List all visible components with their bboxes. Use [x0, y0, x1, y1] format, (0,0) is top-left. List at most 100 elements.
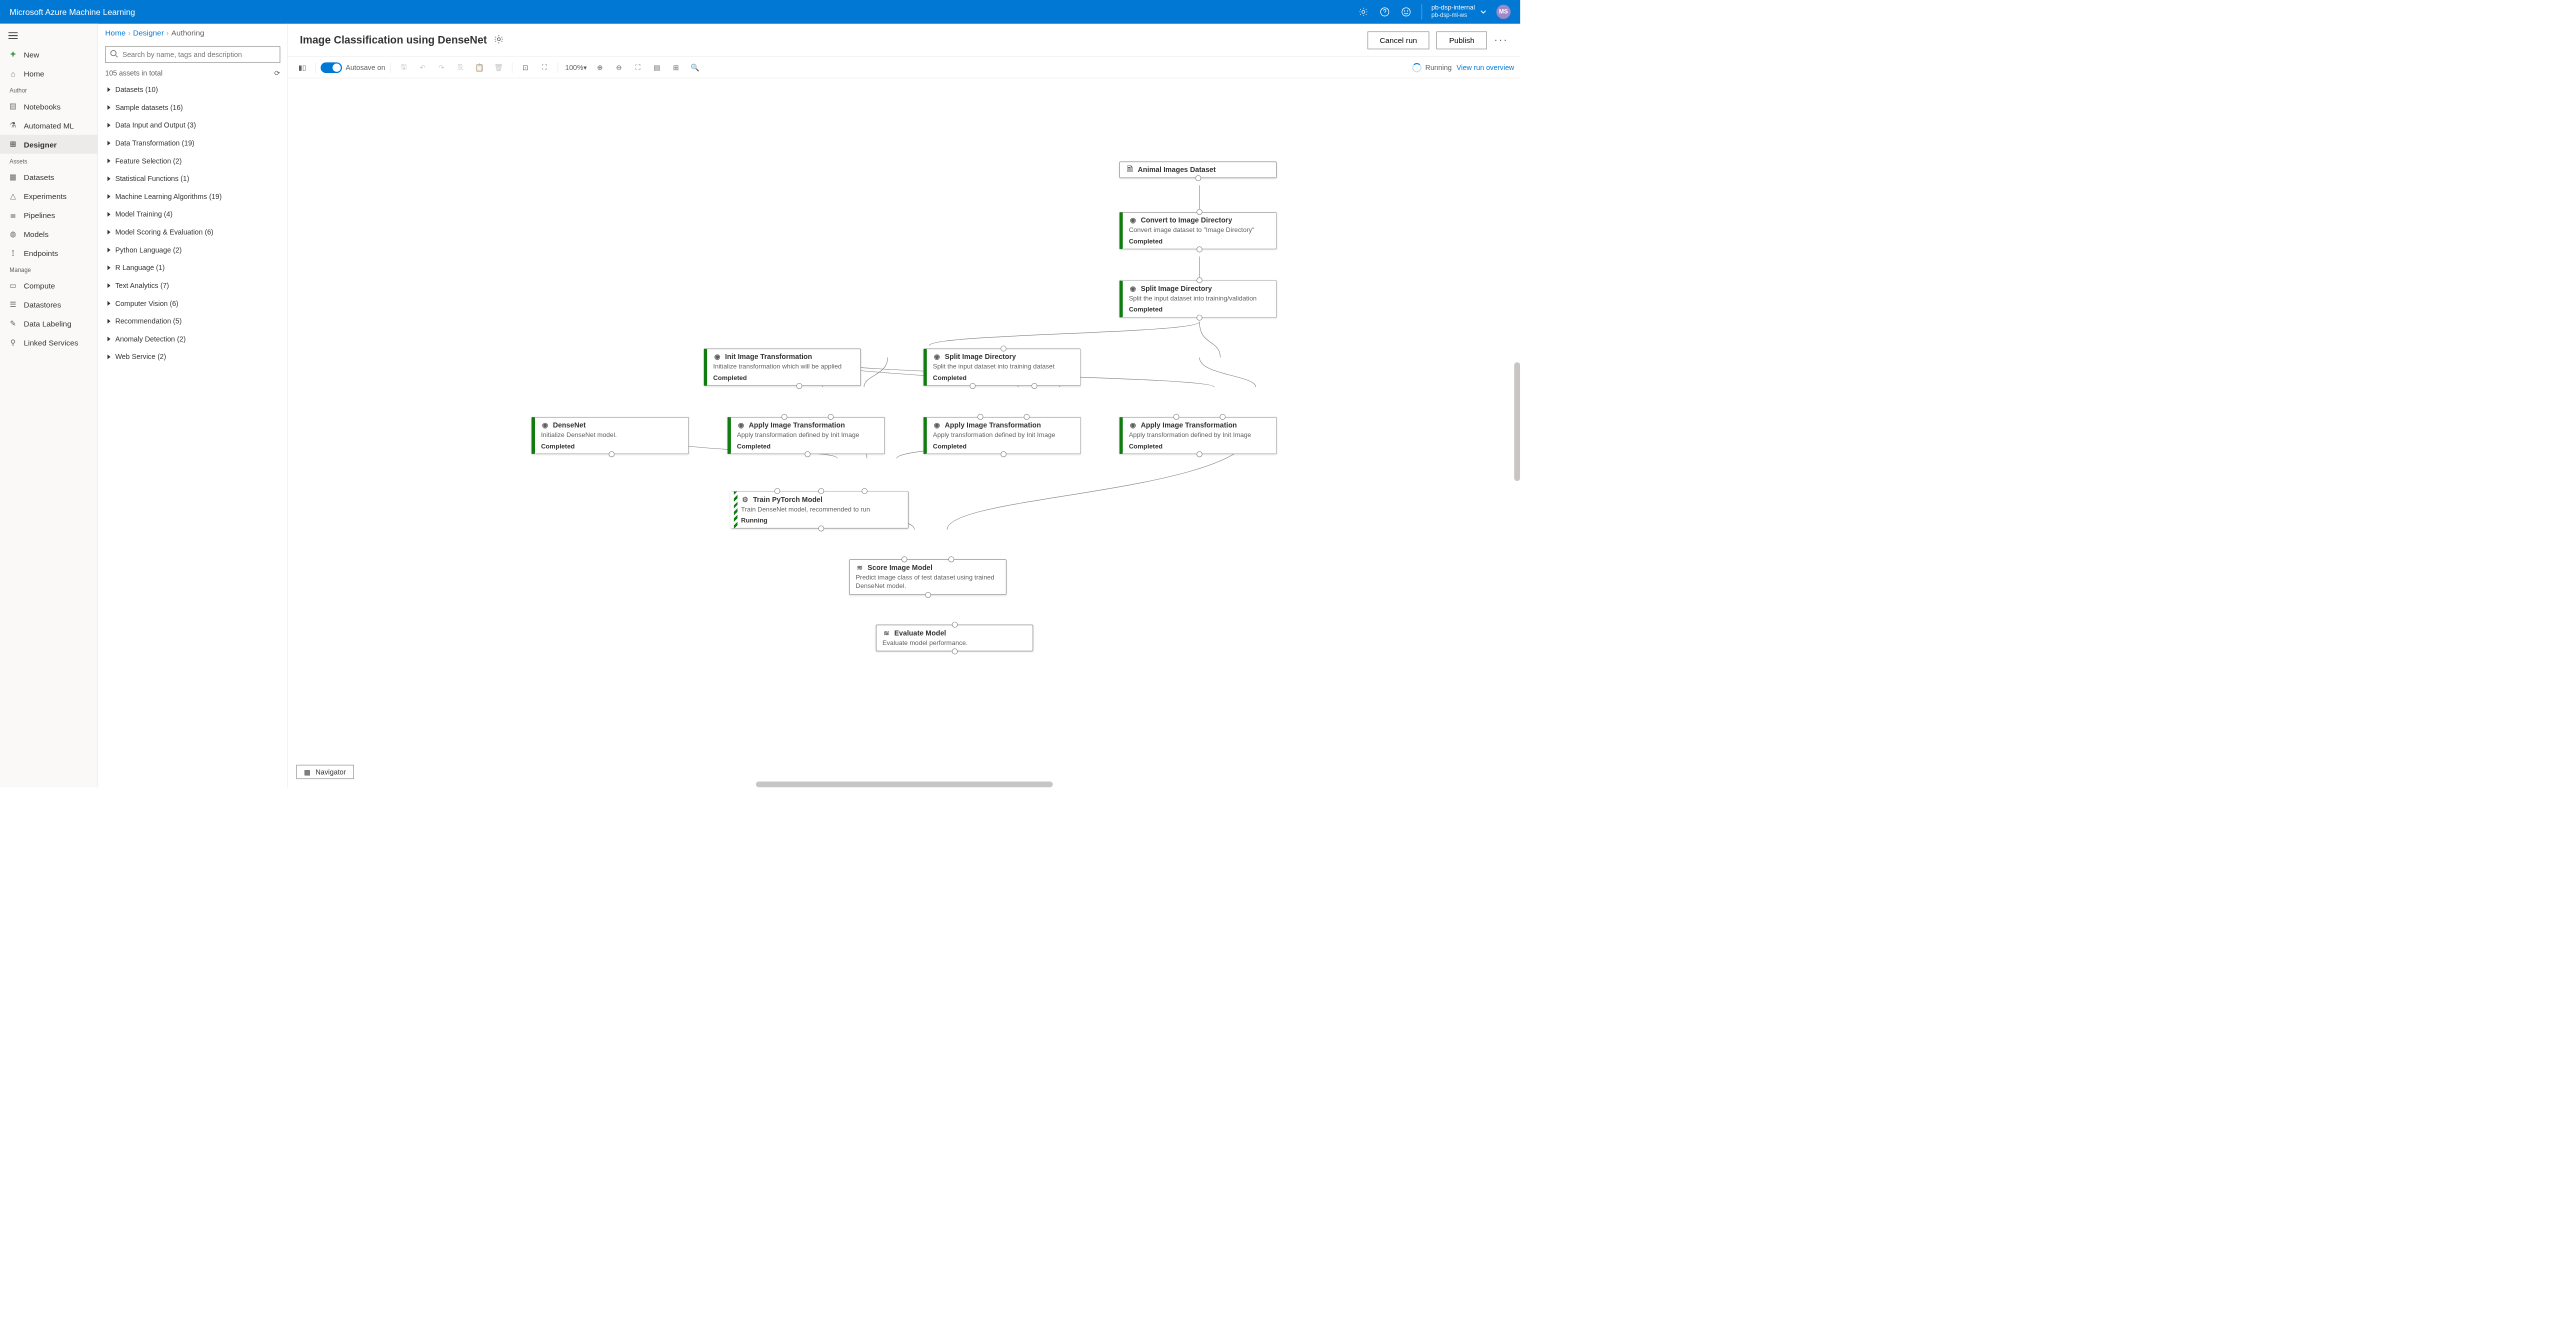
nav-linked[interactable]: ⚲Linked Services [0, 333, 97, 352]
asset-category[interactable]: Datasets (10) [98, 81, 287, 99]
feedback-icon[interactable] [1400, 6, 1412, 18]
asset-category[interactable]: Python Language (2) [98, 241, 287, 259]
asset-category-list: Datasets (10)Sample datasets (16)Data In… [98, 80, 287, 788]
grid-icon[interactable]: ⊞ [668, 59, 685, 76]
autosave-toggle[interactable]: Autosave on [321, 62, 386, 73]
nav-experiments[interactable]: △Experiments [0, 186, 97, 205]
asset-category[interactable]: Data Transformation (19) [98, 134, 287, 152]
asset-category[interactable]: Model Training (4) [98, 205, 287, 223]
nav-datasets[interactable]: ▦Datasets [0, 167, 97, 186]
help-icon[interactable] [1379, 6, 1391, 18]
app-title: Microsoft Azure Machine Learning [10, 7, 136, 17]
asset-category[interactable]: Anomaly Detection (2) [98, 330, 287, 348]
zoom-out-icon[interactable]: ⊖ [611, 59, 628, 76]
asset-category[interactable]: Statistical Functions (1) [98, 170, 287, 188]
node-init-image-transformation[interactable]: ◉Init Image Transformation Initialize tr… [704, 349, 861, 387]
module-icon: ◉ [737, 421, 745, 429]
nav-notebooks[interactable]: ▤Notebooks [0, 97, 97, 116]
caret-right-icon [107, 301, 110, 306]
node-split-image-directory-1[interactable]: ◉Split Image Directory Split the input d… [1119, 280, 1276, 318]
linked-icon: ⚲ [8, 338, 18, 348]
assets-count: 105 assets in total [105, 69, 162, 77]
nav-datastores[interactable]: ☰Datastores [0, 295, 97, 314]
caret-right-icon [107, 265, 110, 270]
breadcrumb-home[interactable]: Home [105, 29, 126, 38]
search-canvas-icon[interactable]: 🔍 [687, 59, 704, 76]
chevron-down-icon: ▾ [583, 63, 587, 71]
asset-category[interactable]: Text Analytics (7) [98, 277, 287, 295]
publish-button[interactable]: Publish [1437, 31, 1487, 49]
minimap-icon[interactable]: ▤ [649, 59, 666, 76]
module-icon: ◉ [713, 353, 721, 361]
node-apply-image-transformation-1[interactable]: ◉Apply Image Transformation Apply transf… [727, 417, 884, 455]
asset-category[interactable]: Machine Learning Algorithms (19) [98, 188, 287, 206]
spinner-icon [1412, 63, 1422, 73]
search-container [105, 46, 280, 63]
nav-models[interactable]: ◍Models [0, 224, 97, 243]
asset-category[interactable]: Recommendation (5) [98, 312, 287, 330]
node-apply-image-transformation-3[interactable]: ◉Apply Image Transformation Apply transf… [1119, 417, 1276, 455]
avatar[interactable]: MS [1496, 5, 1510, 19]
top-bar: Microsoft Azure Machine Learning pb-dsp-… [0, 0, 1520, 24]
chevron-down-icon [1480, 8, 1487, 15]
asset-category[interactable]: Model Scoring & Evaluation (6) [98, 223, 287, 241]
breadcrumb-designer[interactable]: Designer [133, 29, 164, 38]
view-run-overview-link[interactable]: View run overview [1456, 63, 1514, 71]
workspace-switcher[interactable]: pb-dsp-internal pb-dsp-ml-ws [1421, 4, 1487, 19]
nav-compute[interactable]: ▭Compute [0, 276, 97, 295]
asset-category[interactable]: Data Input and Output (3) [98, 116, 287, 134]
node-split-image-directory-2[interactable]: ◉Split Image Directory Split the input d… [923, 349, 1080, 387]
more-icon[interactable]: ··· [1494, 34, 1508, 46]
gear-icon[interactable] [494, 34, 504, 45]
redo-icon[interactable]: ↷ [433, 59, 450, 76]
navigator-button[interactable]: ▦ Navigator [296, 765, 353, 779]
node-train-pytorch-model[interactable]: ⚙Train PyTorch Model Train DenseNet mode… [730, 491, 908, 529]
module-icon: ◉ [1129, 284, 1137, 292]
caret-right-icon [107, 159, 110, 164]
automl-icon: ⚗ [8, 121, 18, 131]
nav-automl[interactable]: ⚗Automated ML [0, 116, 97, 135]
node-evaluate-model[interactable]: ≋Evaluate Model Evaluate model performan… [876, 625, 1033, 652]
sidebar-toggle-icon[interactable]: ▮▯ [294, 59, 311, 76]
refresh-icon[interactable]: ⟳ [274, 69, 280, 77]
node-apply-image-transformation-2[interactable]: ◉Apply Image Transformation Apply transf… [923, 417, 1080, 455]
nav-home[interactable]: ⌂Home [0, 64, 97, 83]
nav-datalabeling[interactable]: ✎Data Labeling [0, 314, 97, 333]
undo-icon[interactable]: ↶ [414, 59, 431, 76]
auto-layout-icon[interactable]: ⊡ [517, 59, 534, 76]
run-status: Running [1412, 63, 1452, 73]
caret-right-icon [107, 87, 110, 92]
nav-pipelines[interactable]: ≣Pipelines [0, 205, 97, 224]
node-animal-images-dataset[interactable]: 🗎Animal Images Dataset [1119, 162, 1276, 179]
settings-icon[interactable] [1357, 6, 1369, 18]
zoom-in-icon[interactable]: ⊕ [592, 59, 609, 76]
asset-category[interactable]: Computer Vision (6) [98, 295, 287, 313]
paste-icon[interactable]: 📋 [471, 59, 488, 76]
caret-right-icon [107, 337, 110, 342]
search-input[interactable] [105, 46, 280, 63]
asset-category[interactable]: Web Service (2) [98, 348, 287, 366]
fit-icon[interactable]: ⛶ [536, 59, 553, 76]
horizontal-scrollbar[interactable] [756, 781, 1053, 787]
nav-endpoints[interactable]: ⟟Endpoints [0, 243, 97, 262]
node-score-image-model[interactable]: ≋Score Image Model Predict image class o… [849, 559, 1006, 594]
delete-icon[interactable]: 🗑 [490, 59, 507, 76]
copy-icon[interactable]: ⎘ [452, 59, 469, 76]
node-convert-to-image-directory[interactable]: ◉Convert to Image Directory Convert imag… [1119, 212, 1276, 250]
asset-category[interactable]: R Language (1) [98, 259, 287, 277]
pipeline-canvas[interactable]: 🗎Animal Images Dataset ◉Convert to Image… [288, 78, 1520, 787]
zoom-level[interactable]: 100% ▾ [563, 59, 590, 76]
fullscreen-icon[interactable]: ⛶ [630, 59, 647, 76]
caret-right-icon [107, 248, 110, 253]
asset-category[interactable]: Sample datasets (16) [98, 99, 287, 117]
nav-new[interactable]: +New [0, 45, 97, 64]
home-icon: ⌂ [8, 69, 18, 79]
asset-category[interactable]: Feature Selection (2) [98, 152, 287, 170]
node-densenet[interactable]: ◉DenseNet Initialize DenseNet model. Com… [531, 417, 688, 455]
vertical-scrollbar[interactable] [1514, 362, 1520, 481]
hamburger-icon[interactable] [0, 26, 97, 45]
cancel-run-button[interactable]: Cancel run [1367, 31, 1429, 49]
nav-section-author: Author [0, 83, 97, 97]
save-icon[interactable]: 🖫 [395, 59, 412, 76]
nav-designer[interactable]: ⊞Designer [0, 135, 97, 154]
